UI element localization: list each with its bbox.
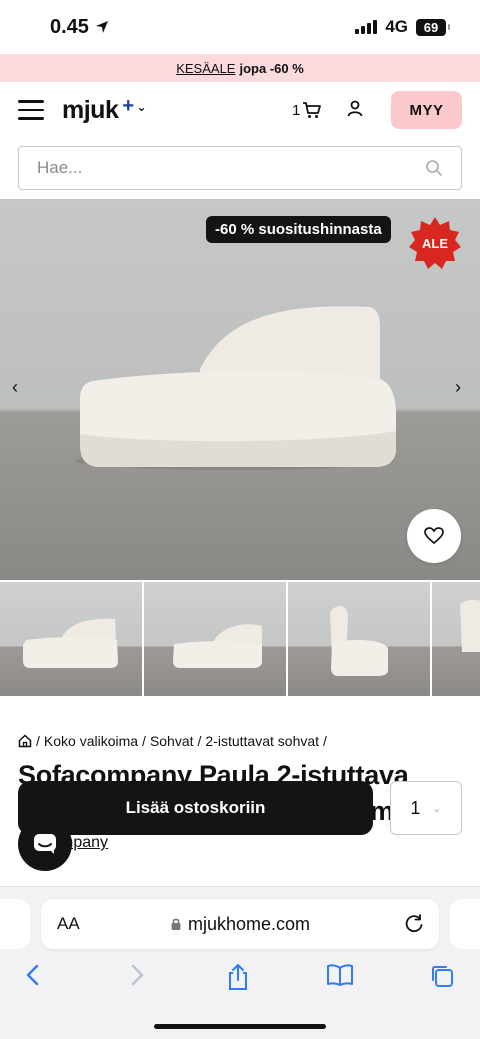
sell-button[interactable]: MYY (391, 91, 462, 129)
forward-icon[interactable] (128, 963, 146, 987)
status-indicators: 4G 69 (355, 17, 450, 37)
thumbnail-1[interactable] (0, 582, 142, 696)
chevron-right-icon[interactable]: › (455, 377, 461, 398)
cart-button[interactable]: 1 (292, 101, 322, 119)
hamburger-menu-icon[interactable] (18, 100, 44, 120)
location-arrow-icon (95, 21, 108, 33)
quantity-value: 1 (410, 797, 421, 818)
breadcrumb-item-sofas[interactable]: Sohvat (150, 733, 194, 749)
breadcrumb-item-all[interactable]: Koko valikoima (44, 733, 138, 749)
search-bar (18, 146, 462, 190)
promo-banner[interactable]: KESÄALE jopa -60 % (0, 54, 480, 82)
url-display: mjukhome.com (41, 914, 439, 935)
thumbnail-3[interactable] (288, 582, 430, 696)
promo-text: jopa -60 % (239, 60, 304, 76)
chevron-down-icon: ⌄ (432, 802, 442, 815)
sale-label: ALE (422, 236, 448, 251)
home-icon[interactable] (18, 734, 32, 748)
heart-icon (424, 527, 444, 545)
next-tab-preview[interactable] (450, 899, 480, 949)
thumbnail-4[interactable] (432, 582, 480, 696)
search-icon[interactable] (425, 159, 443, 177)
sale-badge: ALE (409, 217, 461, 269)
lock-icon (171, 918, 181, 930)
chevron-left-icon[interactable]: ‹ (12, 377, 18, 398)
home-indicator (154, 1024, 326, 1029)
chevron-down-icon[interactable]: ⌄ (137, 100, 147, 114)
battery-level: 69 (416, 18, 446, 36)
site-header: mjuk + ⌄ 1 MYY (0, 82, 480, 138)
tabs-icon[interactable] (429, 963, 455, 989)
chat-button[interactable] (18, 817, 72, 871)
prev-tab-preview[interactable] (0, 899, 30, 949)
breadcrumb-item-2-seater[interactable]: 2-istuttavat sohvat (205, 733, 319, 749)
reload-icon[interactable] (403, 913, 425, 935)
address-bar[interactable]: AA mjukhome.com (41, 899, 439, 949)
add-to-cart-button[interactable]: Lisää ostoskoriin (18, 781, 373, 835)
network-type: 4G (385, 17, 408, 36)
account-icon[interactable] (346, 99, 364, 122)
url-text: mjukhome.com (187, 913, 311, 934)
bookmarks-icon[interactable] (326, 963, 354, 987)
status-time-group: 0.45 (50, 16, 109, 39)
breadcrumb: / Koko valikoima / Sohvat / 2-istuttavat… (18, 733, 327, 749)
cart-icon (303, 102, 322, 118)
wishlist-button[interactable] (407, 509, 461, 563)
site-logo[interactable]: mjuk + ⌄ (62, 94, 147, 125)
cart-count: 1 (292, 101, 301, 119)
finland-flag-icon: + (122, 94, 134, 117)
promo-code[interactable]: KESÄALE (176, 61, 235, 76)
status-time: 0.45 (50, 15, 89, 38)
discount-badge: -60 % suositushinnasta (206, 216, 391, 243)
thumbnail-2[interactable] (144, 582, 286, 696)
chat-icon (34, 834, 56, 854)
thumbnail-gallery (0, 582, 480, 696)
search-input[interactable] (37, 158, 425, 178)
quantity-select[interactable]: 1 ⌄ (390, 781, 462, 835)
logo-text: mjuk (62, 95, 119, 124)
share-icon[interactable] (226, 963, 250, 991)
signal-icon (355, 20, 378, 34)
product-hero-image[interactable]: -60 % suositushinnasta ALE ‹ › (0, 199, 480, 580)
status-bar: 0.45 4G 69 (0, 0, 480, 54)
back-icon[interactable] (24, 963, 42, 987)
browser-toolbar: AA mjukhome.com (0, 886, 480, 1039)
battery-icon: 69 (416, 18, 450, 36)
